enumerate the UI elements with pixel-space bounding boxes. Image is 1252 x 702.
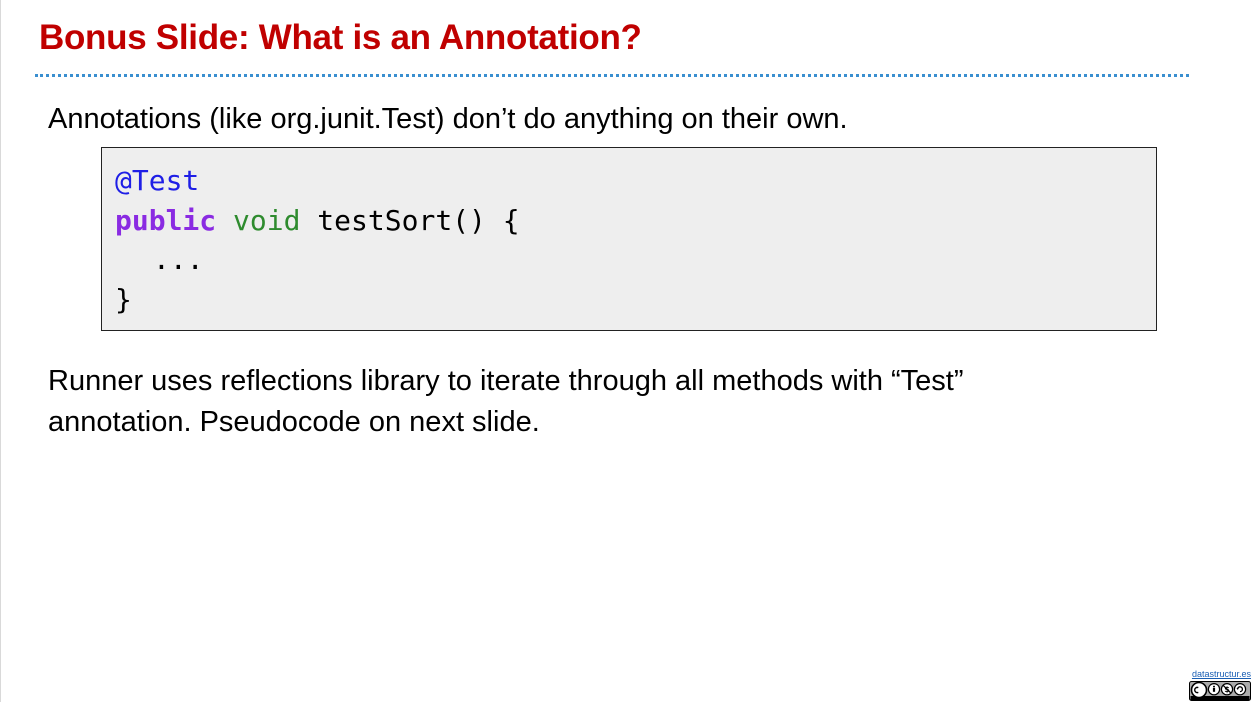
slide-footer: datastructur.es $ — [1189, 669, 1251, 701]
runner-text: Runner uses reflections library to itera… — [48, 361, 964, 443]
code-line-annotation: @Test — [115, 161, 1156, 201]
code-line-closing: } — [115, 280, 1156, 320]
runner-text-line-2: annotation. Pseudocode on next slide. — [48, 406, 540, 438]
code-line-body: ... — [115, 240, 1156, 280]
annotation-token: @Test — [115, 164, 200, 197]
datastructures-link[interactable]: datastructur.es — [1189, 669, 1251, 680]
code-line-signature: public void testSort() { — [115, 201, 1156, 241]
void-keyword: void — [233, 203, 301, 237]
method-signature: testSort() { — [300, 203, 520, 237]
intro-text: Annotations (like org.junit.Test) don’t … — [48, 103, 848, 135]
runner-text-line-1: Runner uses reflections library to itera… — [48, 365, 964, 397]
closing-brace: } — [115, 282, 132, 316]
creative-commons-by-nc-sa-icon: $ — [1189, 681, 1251, 701]
title-divider — [35, 74, 1189, 77]
public-keyword: public — [115, 203, 217, 237]
slide: Bonus Slide: What is an Annotation? Anno… — [0, 0, 1252, 702]
code-body-ellipsis: ... — [153, 243, 204, 276]
slide-title: Bonus Slide: What is an Annotation? — [39, 18, 642, 57]
code-block: @Test public void testSort() { ... } — [101, 147, 1157, 331]
